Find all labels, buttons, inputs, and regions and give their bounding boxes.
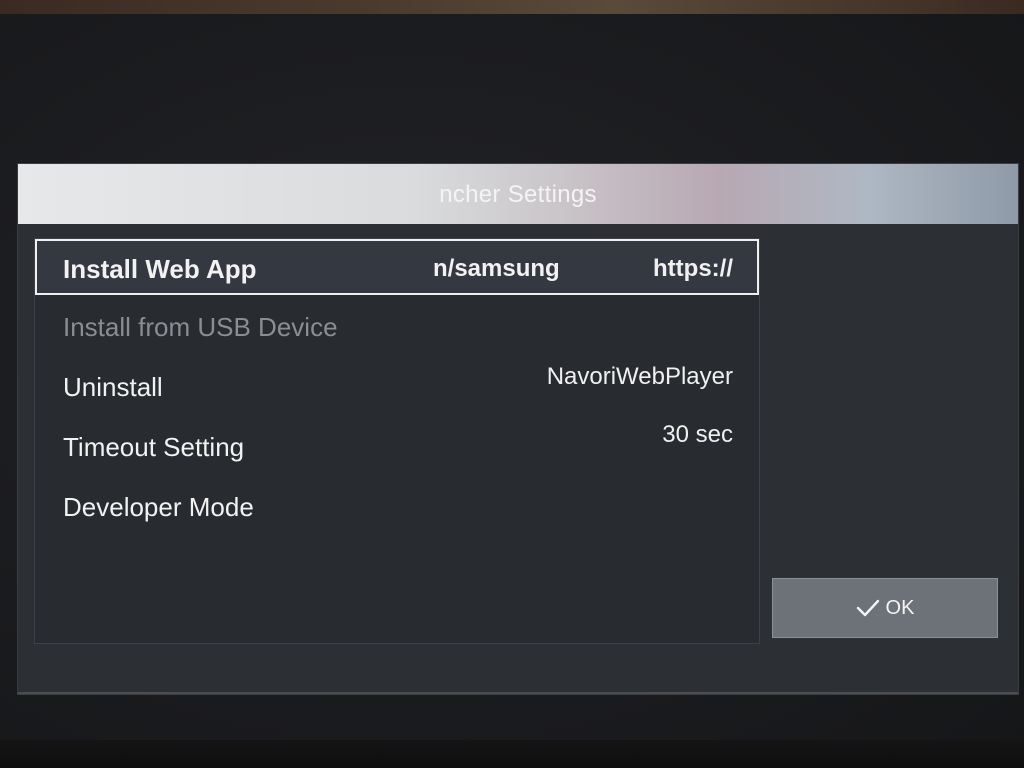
ok-button-label: OK xyxy=(885,596,915,619)
uninstall-app-value: NavoriWebPlayer xyxy=(546,363,733,390)
menu-item-label: Uninstall xyxy=(63,372,163,402)
menu-item-install-from-usb[interactable]: Install from USB Device xyxy=(35,299,759,355)
menu-item-developer-mode[interactable]: Developer Mode xyxy=(35,479,759,535)
timeout-value: 30 sec xyxy=(662,421,733,448)
web-app-url-value: https:// xyxy=(653,255,733,282)
menu-item-install-web-app[interactable]: Install Web App n/samsung https:// xyxy=(35,239,759,295)
ok-button[interactable]: OK xyxy=(772,578,998,638)
menu-item-label: Timeout Setting xyxy=(63,432,245,462)
menu-item-label: Install Web App xyxy=(63,254,257,284)
menu-item-label: Developer Mode xyxy=(63,492,254,522)
checkmark-icon xyxy=(856,599,880,617)
launcher-settings-dialog: ncher Settings Install Web App n/samsung… xyxy=(18,164,1018,694)
tv-bezel-bottom xyxy=(0,740,1024,768)
web-app-url-fragment: n/samsung xyxy=(433,255,560,282)
dialog-title: ncher Settings xyxy=(439,181,597,208)
menu-item-label: Install from USB Device xyxy=(63,312,338,342)
menu-item-uninstall[interactable]: Uninstall NavoriWebPlayer xyxy=(35,359,759,415)
settings-list: Install Web App n/samsung https:// Insta… xyxy=(34,238,760,644)
menu-item-timeout-setting[interactable]: Timeout Setting 30 sec xyxy=(35,419,759,475)
